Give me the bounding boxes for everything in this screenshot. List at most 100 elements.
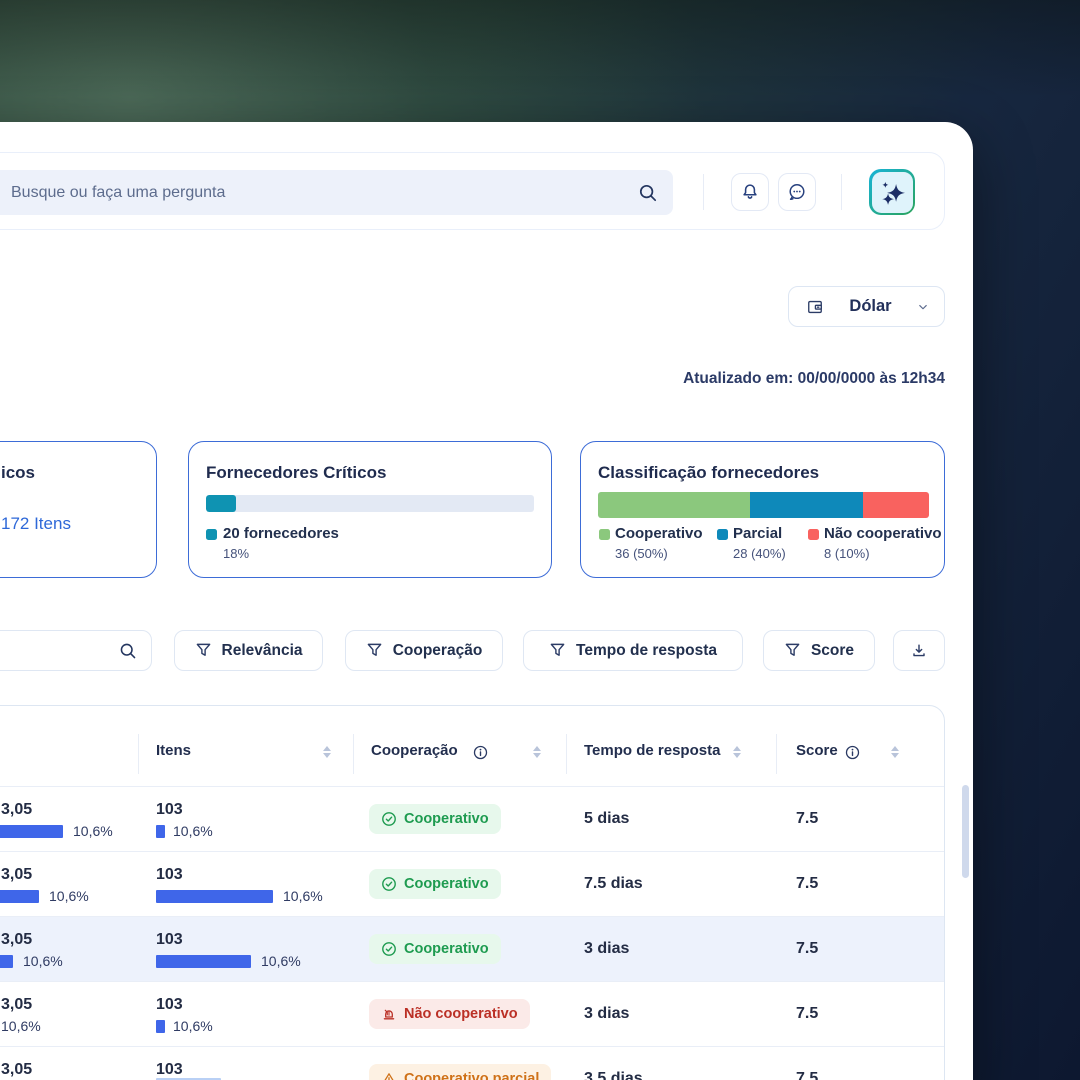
progress-track (206, 495, 534, 512)
info-icon[interactable] (473, 745, 488, 760)
card-title: Classificação fornecedores (598, 463, 820, 482)
last-updated-text: Atualizado em: 00/00/0000 às 12h34 (683, 370, 945, 387)
bell-icon (743, 184, 757, 199)
sort-icon[interactable] (323, 746, 331, 758)
itens-bar (156, 890, 273, 903)
download-button[interactable] (893, 630, 945, 671)
status-label: Cooperativo (404, 876, 489, 892)
currency-label: Dólar (849, 297, 892, 315)
legend-value: 8 (10%) (824, 546, 870, 561)
card-title-fragment: icos (1, 463, 36, 482)
itens-percent: 10,6% (173, 823, 213, 839)
value-percent: 10,6% (23, 953, 63, 969)
search-input[interactable] (0, 170, 673, 215)
column-header-itens: Itens (156, 742, 192, 759)
itens-percent: 10,6% (261, 953, 301, 969)
filter-icon (196, 643, 210, 656)
check-circle-icon (382, 877, 396, 891)
progress-fill (206, 495, 236, 512)
filter-icon (367, 643, 382, 656)
sort-icon[interactable] (733, 746, 741, 758)
classification-bar (598, 492, 929, 518)
table-row[interactable]: 3,05 10,6% 103 10,6% Não cooperativo 3 d… (0, 981, 944, 1046)
table-row-highlighted[interactable]: 3,05 10,6% 103 10,6% Cooperativo 3 dias … (0, 916, 944, 981)
score-cell: 7.5 (796, 1005, 819, 1022)
segment-partial (750, 492, 863, 518)
response-time-cell: 7.5 dias (584, 875, 643, 892)
divider (138, 734, 139, 774)
filter-relevance-button[interactable]: Relevância (174, 630, 323, 671)
topbar (0, 152, 945, 230)
table-scrollbar[interactable] (962, 785, 969, 878)
itens-cell: 103 (156, 1061, 183, 1078)
sort-icon[interactable] (533, 746, 541, 758)
table-row[interactable]: 3,05 103 Cooperativo parcial 3.5 dias 7.… (0, 1046, 944, 1080)
currency-selector[interactable]: Dólar (788, 286, 945, 327)
legend-swatch (599, 529, 610, 540)
response-time-cell: 3 dias (584, 940, 630, 957)
search-icon[interactable] (637, 182, 659, 204)
column-header-score: Score (796, 742, 838, 759)
suppliers-table: Itens Cooperação Tempo de resposta Score… (0, 705, 945, 1080)
legend-value: 28 (40%) (733, 546, 786, 561)
check-circle-icon (382, 942, 396, 956)
legend-value: 36 (50%) (615, 546, 668, 561)
value-cell: 3,05 (1, 866, 33, 883)
value-bar (0, 825, 63, 838)
sparkles-icon (881, 181, 905, 205)
wallet-icon (808, 300, 822, 313)
status-badge: Cooperativo (369, 934, 501, 964)
value-bar (0, 890, 39, 903)
status-label: Cooperativo (404, 811, 489, 827)
legend-label: Cooperativo (615, 525, 703, 542)
legend-swatch (808, 529, 819, 540)
filter-icon (785, 643, 800, 656)
card-title: Fornecedores Críticos (206, 463, 387, 482)
value-cell: 3,05 (1, 1061, 33, 1078)
itens-bar (156, 955, 251, 968)
chat-button[interactable] (778, 173, 816, 211)
status-badge: Cooperativo (369, 804, 501, 834)
sort-icon[interactable] (891, 746, 899, 758)
card-supplier-classification: Classificação fornecedores Cooperativo 3… (580, 441, 945, 578)
legend-swatch (206, 529, 217, 540)
value-cell: 3,05 (1, 801, 33, 818)
divider (703, 174, 704, 210)
check-circle-icon (382, 812, 396, 826)
warning-icon (384, 1073, 394, 1080)
value-percent: 10,6% (1, 1018, 41, 1034)
value-cell: 3,05 (1, 996, 33, 1013)
response-time-cell: 5 dias (584, 810, 630, 827)
info-icon[interactable] (845, 745, 860, 760)
score-cell: 7.5 (796, 875, 819, 892)
column-header-cooperacao: Cooperação (371, 742, 458, 759)
filter-response-time-button[interactable]: Tempo de resposta (523, 630, 743, 671)
response-time-cell: 3 dias (584, 1005, 630, 1022)
legend-label: Não cooperativo (824, 525, 942, 542)
divider (353, 734, 354, 774)
assistant-logo-button[interactable] (869, 169, 915, 215)
segment-non-cooperative (862, 492, 929, 518)
filter-score-button[interactable]: Score (763, 630, 875, 671)
filter-label: Tempo de resposta (576, 641, 717, 659)
table-row[interactable]: 3,05 10,6% 103 10,6% Cooperativo 7.5 dia… (0, 851, 944, 916)
card-critical-items: icos 172 Itens (0, 441, 157, 578)
chat-icon (789, 184, 805, 200)
score-cell: 7.5 (796, 1070, 819, 1080)
divider (841, 174, 842, 210)
table-row[interactable]: 3,05 10,6% 103 10,6% Cooperativo 5 dias … (0, 786, 944, 851)
items-count: 172 Itens (1, 514, 71, 533)
filter-cooperation-button[interactable]: Cooperação (345, 630, 503, 671)
search-icon[interactable] (118, 641, 138, 661)
divider (566, 734, 567, 774)
status-badge: Cooperativo parcial (369, 1064, 552, 1080)
column-header-tempo: Tempo de resposta (584, 742, 721, 759)
itens-cell: 103 (156, 996, 183, 1013)
notifications-button[interactable] (731, 173, 769, 211)
filter-label: Score (810, 641, 855, 659)
siren-icon (383, 1009, 395, 1020)
status-label: Cooperativo (404, 941, 489, 957)
itens-cell: 103 (156, 866, 183, 883)
filter-label: Relevância (221, 641, 303, 659)
value-percent: 10,6% (49, 888, 89, 904)
